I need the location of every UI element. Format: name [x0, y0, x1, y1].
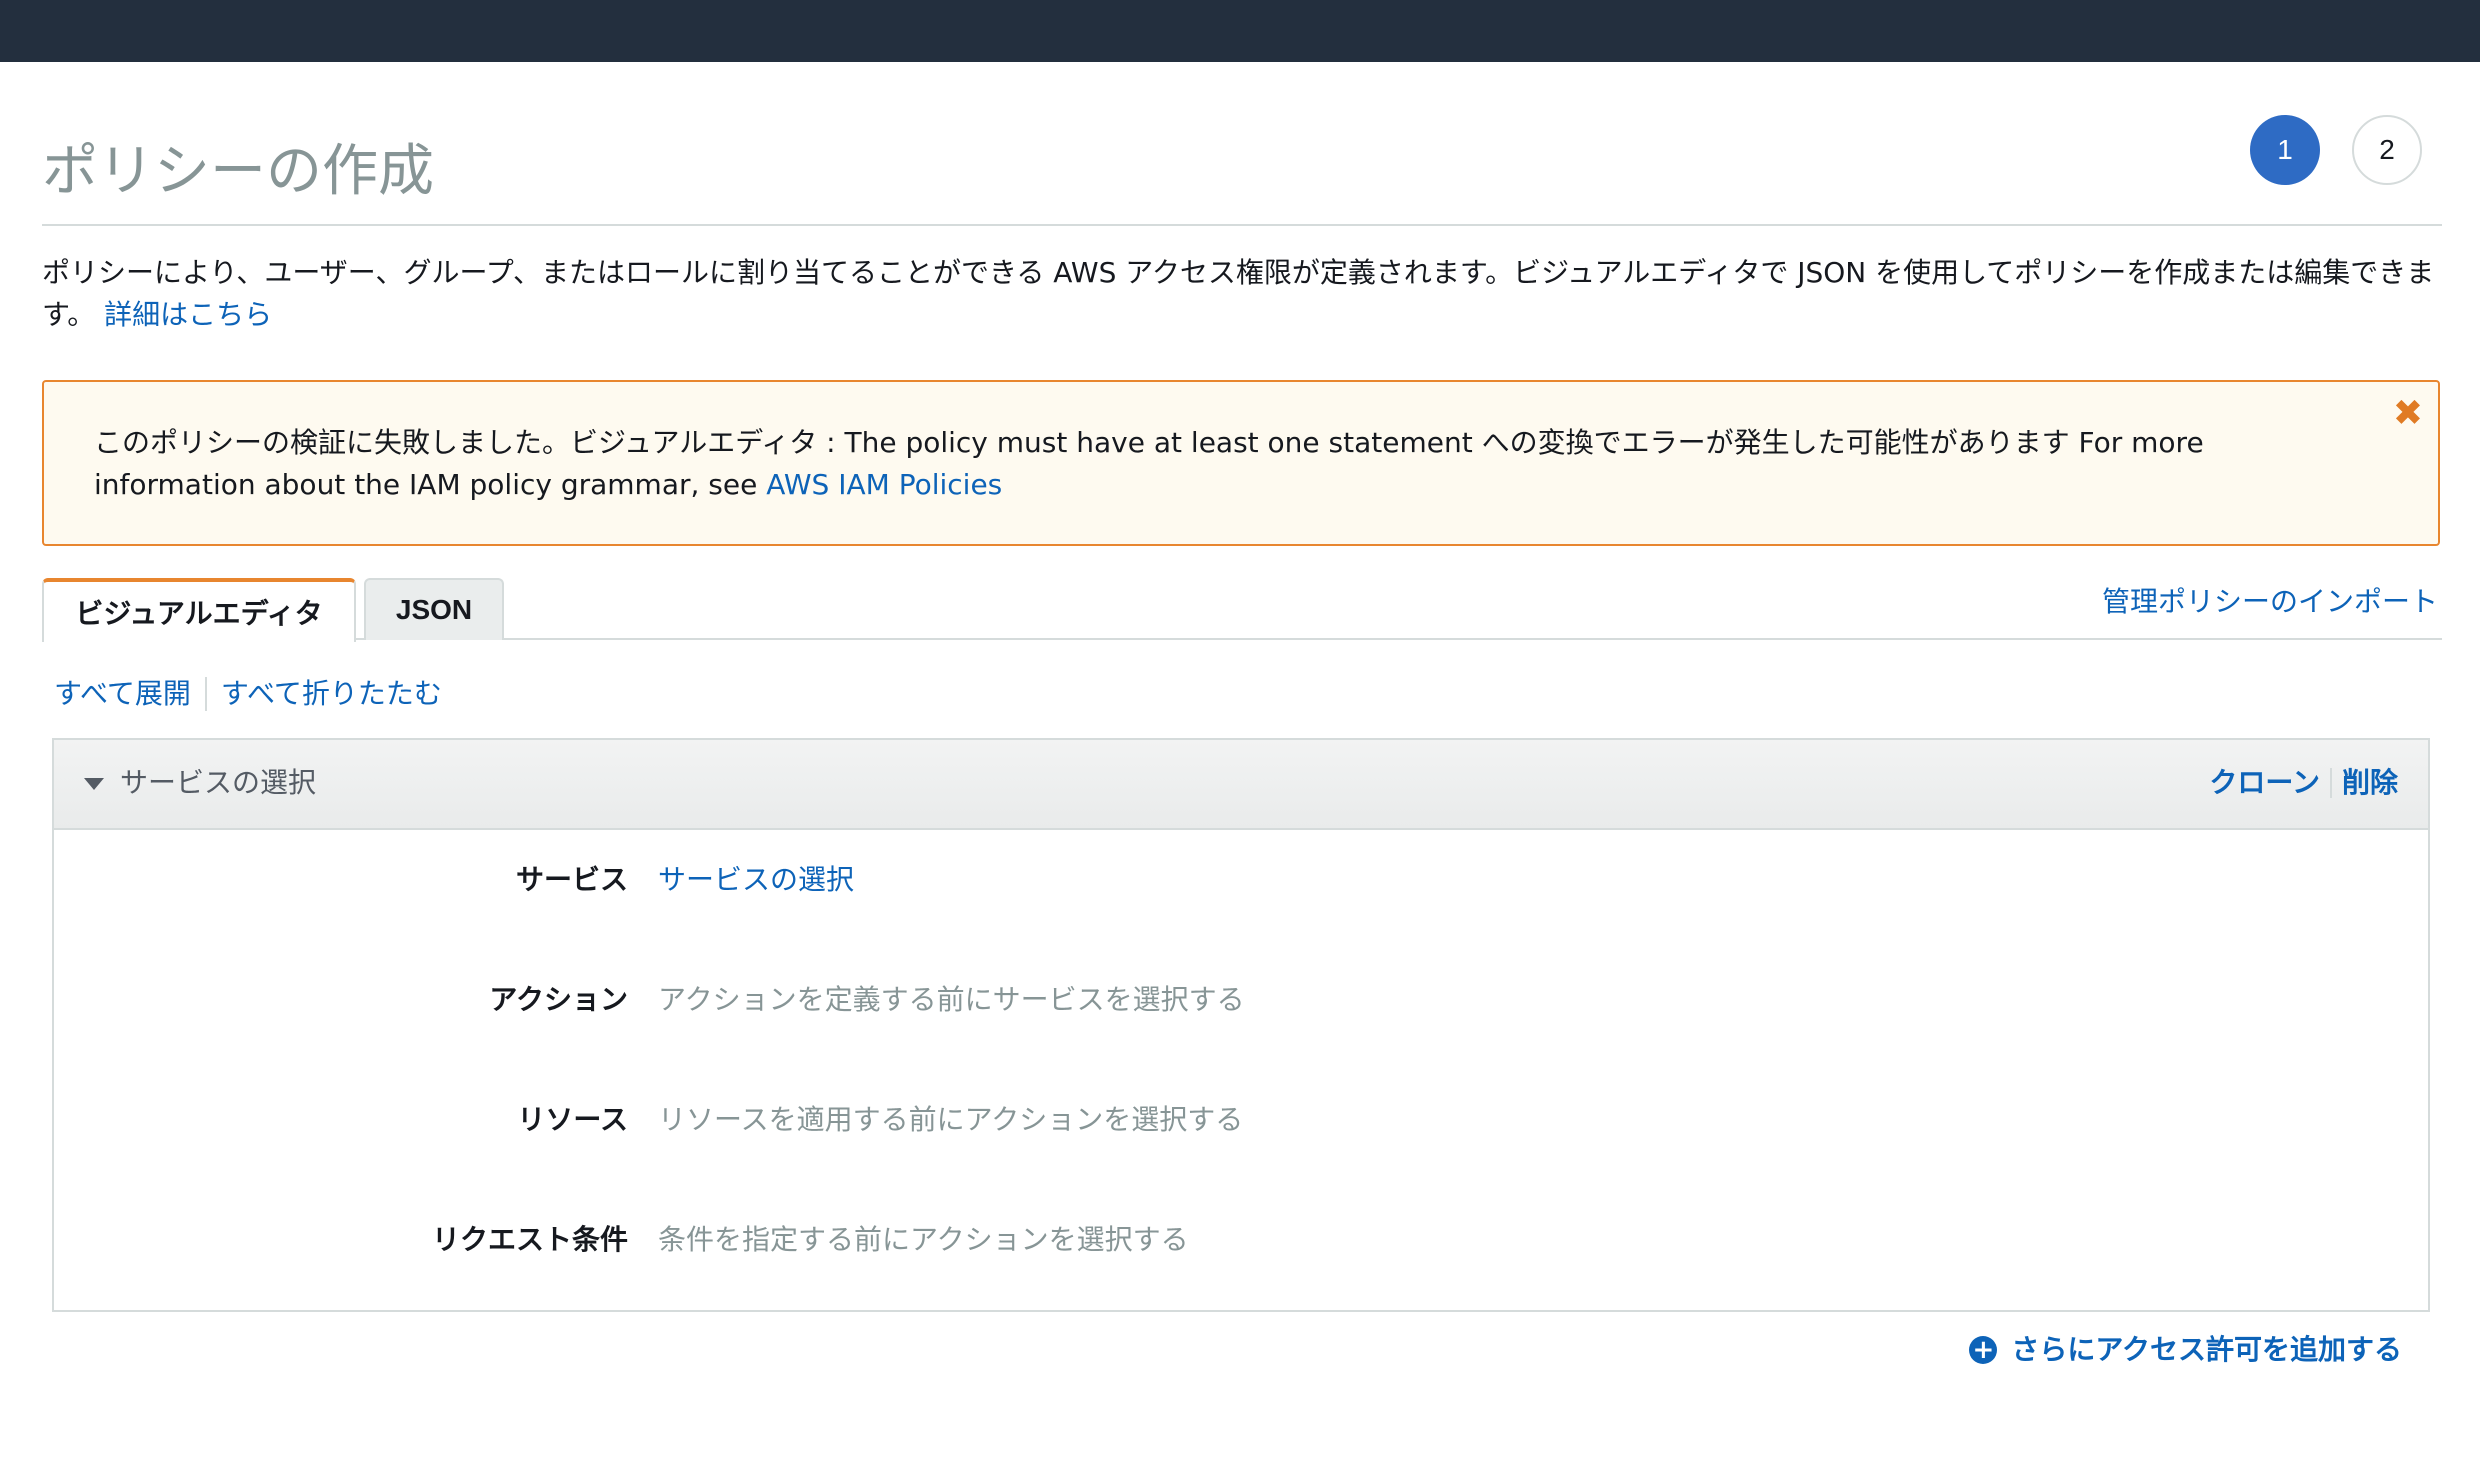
permission-statement-panel: サービスの選択 クローン 削除 サービス サービスの選択 アクション アクション… — [52, 738, 2430, 1312]
tab-json[interactable]: JSON — [364, 578, 504, 640]
expand-all-link[interactable]: すべて展開 — [54, 674, 191, 714]
wizard-step-2[interactable]: 2 — [2352, 115, 2422, 185]
link-separator — [204, 677, 207, 711]
select-service-link[interactable]: サービスの選択 — [658, 860, 854, 900]
collapse-all-link[interactable]: すべて折りたたむ — [221, 674, 442, 714]
request-conditions-label: リクエスト条件 — [431, 1223, 628, 1256]
tab-visual-editor[interactable]: ビジュアルエディタ — [42, 578, 356, 642]
title-divider — [42, 224, 2442, 226]
add-permissions-button[interactable]: + さらにアクセス許可を追加する — [1969, 1330, 2402, 1370]
add-permissions-label: さらにアクセス許可を追加する — [2011, 1333, 2402, 1366]
delete-link[interactable]: 削除 — [2342, 762, 2398, 804]
import-managed-policy-link[interactable]: 管理ポリシーのインポート — [2102, 582, 2438, 622]
service-label: サービス — [515, 863, 628, 896]
clone-link[interactable]: クローン — [2209, 762, 2320, 804]
action-separator — [2329, 768, 2332, 798]
alert-text: このポリシーの検証に失敗しました。ビジュアルエディタ : The policy … — [94, 426, 2204, 501]
panel-header[interactable]: サービスの選択 クローン 削除 — [54, 740, 2428, 830]
panel-actions: クローン 削除 — [2209, 762, 2398, 804]
resources-placeholder: リソースを適用する前にアクションを選択する — [658, 1103, 1244, 1136]
plus-circle-icon: + — [1969, 1336, 1998, 1364]
wizard-step-1[interactable]: 1 — [2250, 115, 2320, 185]
resources-label: リソース — [517, 1103, 628, 1136]
page-title: ポリシーの作成 — [42, 138, 434, 204]
validation-warning-alert: このポリシーの検証に失敗しました。ビジュアルエディタ : The policy … — [42, 380, 2440, 546]
aws-iam-policies-link[interactable]: AWS IAM Policies — [766, 468, 1002, 501]
request-conditions-placeholder: 条件を指定する前にアクションを選択する — [658, 1223, 1189, 1256]
intro-text: ポリシーにより、ユーザー、グループ、またはロールに割り当てることができる AWS… — [42, 256, 2435, 331]
learn-more-link[interactable]: 詳細はこちら — [104, 298, 272, 331]
caret-down-icon[interactable] — [84, 778, 104, 790]
panel-title: サービスの選択 — [120, 766, 317, 799]
intro-description: ポリシーにより、ユーザー、グループ、またはロールに割り当てることができる AWS… — [42, 252, 2442, 336]
close-icon[interactable]: ✖ — [2390, 396, 2426, 432]
actions-label: アクション — [489, 983, 628, 1016]
top-navigation-bar — [0, 0, 2480, 62]
expand-collapse-controls: すべて展開 すべて折りたたむ — [54, 674, 442, 714]
actions-placeholder: アクションを定義する前にサービスを選択する — [658, 983, 1245, 1016]
alert-message: このポリシーの検証に失敗しました。ビジュアルエディタ : The policy … — [94, 422, 2374, 506]
